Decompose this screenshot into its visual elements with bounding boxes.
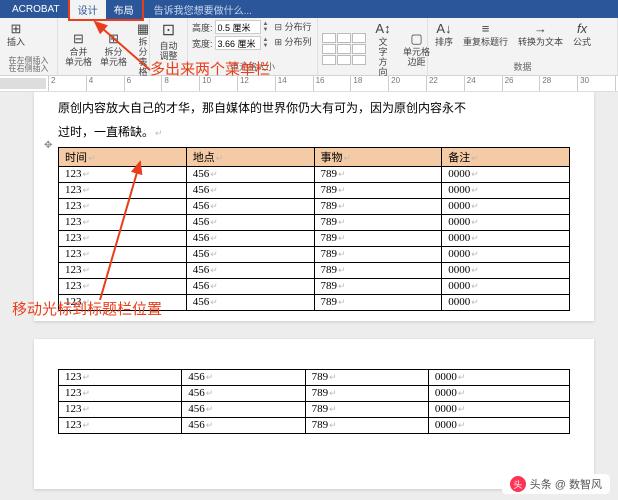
group-cellsize-label: 单元格大小 bbox=[192, 58, 313, 73]
tab-design[interactable]: 设计 bbox=[70, 0, 106, 19]
table-handle-icon[interactable]: ✥ bbox=[44, 140, 52, 151]
ruler: 24681012141618202224262830323436384042 bbox=[0, 76, 618, 92]
table-row: 123↵456↵789↵0000↵ bbox=[59, 417, 570, 433]
height-spinner[interactable]: ▲▼ bbox=[263, 21, 269, 33]
fx-icon: fx bbox=[574, 21, 590, 37]
table-row: 123↵456↵789↵0000↵ bbox=[59, 230, 570, 246]
table-row: 123↵456↵789↵0000↵ bbox=[59, 246, 570, 262]
repeat-header-button[interactable]: ≡重复标题行 bbox=[460, 20, 511, 49]
alignment-grid[interactable] bbox=[322, 33, 366, 65]
table-row: 123↵456↵789↵0000↵ bbox=[59, 262, 570, 278]
table-header: 事物↵ bbox=[314, 147, 442, 166]
text-direction-button[interactable]: A↕文字方向 bbox=[372, 20, 394, 79]
ribbon: ⊞插入 在左侧插入 在右侧插入 ⊟合并 单元格 ⊞拆分 单元格 ▦拆分表格 合并… bbox=[0, 18, 618, 76]
tab-acrobat[interactable]: ACROBAT bbox=[4, 2, 68, 17]
table-row: 123↵456↵789↵0000↵ bbox=[59, 401, 570, 417]
split-icon: ⊞ bbox=[106, 31, 122, 47]
merge-icon: ⊟ bbox=[71, 31, 87, 47]
width-input[interactable] bbox=[215, 36, 261, 50]
text-dir-icon: A↕ bbox=[375, 21, 391, 37]
group-data-label: 数据 bbox=[432, 58, 613, 73]
document-area[interactable]: 原创内容放大自己的才华，那自媒体的世界你仍大有可为，因为原创内容永不 过时，一直… bbox=[0, 92, 618, 500]
table-row: 123↵456↵789↵0000↵ bbox=[59, 385, 570, 401]
page-1: 原创内容放大自己的才华，那自媒体的世界你仍大有可为，因为原创内容永不 过时，一直… bbox=[34, 92, 594, 321]
width-spinner[interactable]: ▲▼ bbox=[263, 37, 269, 49]
table-row: 123↵456↵789↵0000↵ bbox=[59, 369, 570, 385]
merge-cells-button[interactable]: ⊟合并 单元格 bbox=[62, 30, 95, 69]
dist-row-button[interactable]: ⊟ 分布行 bbox=[274, 20, 311, 33]
table-header: 地点↵ bbox=[186, 147, 314, 166]
margin-icon: ▢ bbox=[409, 31, 425, 47]
split-cells-button[interactable]: ⊞拆分 单元格 bbox=[97, 30, 130, 69]
convert-icon: → bbox=[533, 21, 549, 37]
table-row: 123↵456↵789↵0000↵ bbox=[59, 182, 570, 198]
insert-button[interactable]: ⊞插入 bbox=[4, 20, 28, 49]
table-header: 备注↵ bbox=[442, 147, 570, 166]
table-row: 123↵456↵789↵0000↵ bbox=[59, 278, 570, 294]
tab-layout[interactable]: 布局 bbox=[106, 0, 142, 19]
table-row: 123↵456↵789↵0000↵ bbox=[59, 166, 570, 182]
dist-col-button[interactable]: ⊞ 分布列 bbox=[274, 35, 311, 48]
split-table-icon: ▦ bbox=[135, 21, 151, 37]
formula-button[interactable]: fx公式 bbox=[570, 20, 594, 49]
page-2: 123↵456↵789↵0000↵123↵456↵789↵0000↵123↵45… bbox=[34, 339, 594, 489]
watermark-icon: 头 bbox=[510, 476, 526, 492]
height-input[interactable] bbox=[215, 20, 261, 34]
group-insert-label: 在左侧插入 在右侧插入 bbox=[4, 55, 53, 73]
width-row: 宽度: ▲▼ bbox=[192, 36, 268, 50]
convert-button[interactable]: →转换为文本 bbox=[515, 20, 566, 49]
data-table-2[interactable]: 123↵456↵789↵0000↵123↵456↵789↵0000↵123↵45… bbox=[58, 369, 570, 434]
table-row: 123↵456↵789↵0000↵ bbox=[59, 214, 570, 230]
ribbon-tabs: ACROBAT 设计 布局 告诉我您想要做什么... bbox=[0, 0, 618, 18]
data-table-1[interactable]: 时间↵地点↵事物↵备注↵123↵456↵789↵0000↵123↵456↵789… bbox=[58, 147, 570, 311]
table-row: 123↵456↵789↵0000↵ bbox=[59, 198, 570, 214]
sort-icon: A↓ bbox=[436, 21, 452, 37]
autofit-button[interactable]: ⊡自动调整 bbox=[154, 20, 183, 63]
paragraph-1: 原创内容放大自己的才华，那自媒体的世界你仍大有可为，因为原创内容永不 bbox=[58, 98, 570, 118]
table-row: 123↵456↵789↵0000↵ bbox=[59, 294, 570, 310]
sort-button[interactable]: A↓排序 bbox=[432, 20, 456, 49]
height-row: 高度: ▲▼ bbox=[192, 20, 268, 34]
insert-icon: ⊞ bbox=[8, 21, 24, 37]
tell-me[interactable]: 告诉我您想要做什么... bbox=[154, 2, 252, 17]
repeat-icon: ≡ bbox=[478, 21, 494, 37]
paragraph-2: 过时，一直稀缺。↵ bbox=[58, 122, 570, 142]
autofit-icon: ⊡ bbox=[159, 21, 179, 41]
table-header: 时间↵ bbox=[59, 147, 187, 166]
watermark: 头 头条 @ 数智风 bbox=[502, 474, 610, 494]
